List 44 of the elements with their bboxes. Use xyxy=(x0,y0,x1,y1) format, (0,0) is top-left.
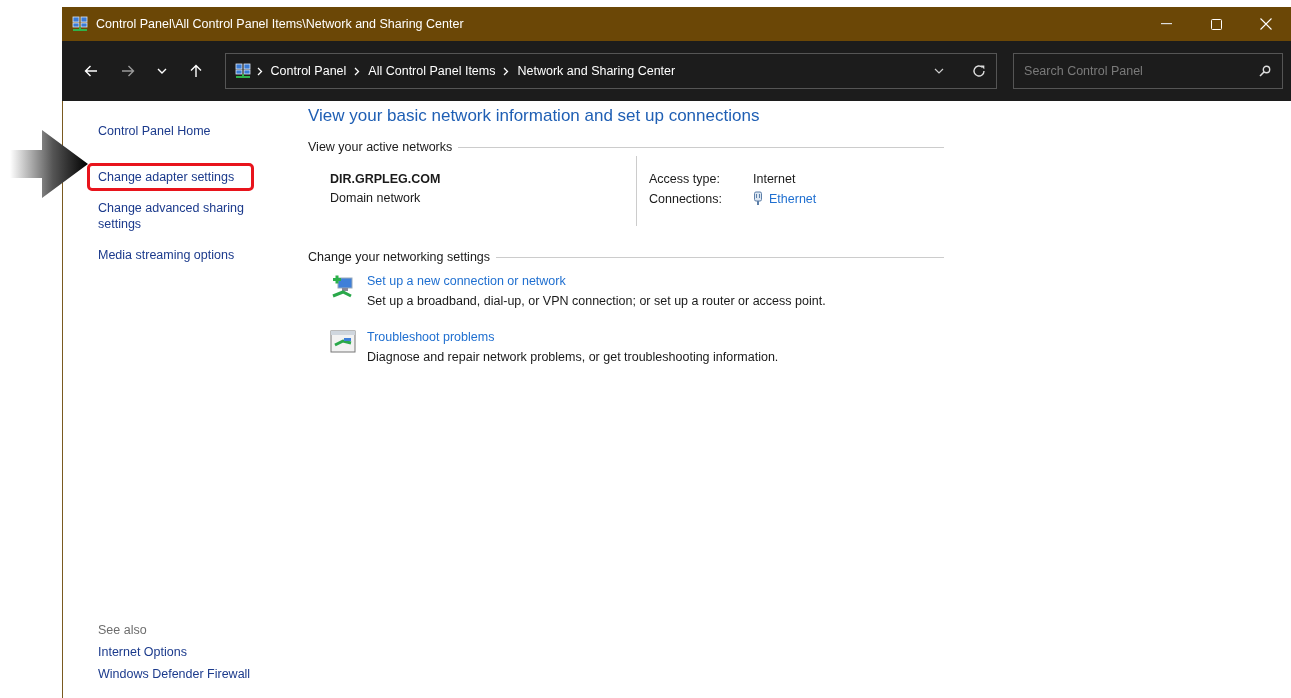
chevron-right-icon xyxy=(503,66,510,76)
close-icon xyxy=(1260,18,1272,30)
network-icon xyxy=(234,63,251,79)
troubleshoot-icon xyxy=(330,330,356,354)
connection-link[interactable]: Ethernet xyxy=(769,191,817,206)
task-link[interactable]: Troubleshoot problems xyxy=(367,330,944,344)
sidebar-link[interactable]: Media streaming options xyxy=(87,241,264,269)
section-heading: View your active networks xyxy=(308,140,453,154)
refresh-icon xyxy=(972,64,987,78)
see-also-heading: See also xyxy=(98,622,148,638)
connections-label: Connections: xyxy=(649,191,723,206)
forward-arrow-icon xyxy=(121,65,136,77)
sidebar-link[interactable]: Change advanced sharing settings xyxy=(87,194,264,238)
chevron-right-icon xyxy=(256,66,263,76)
up-arrow-icon xyxy=(189,64,202,78)
sidebar-link[interactable]: Change adapter settings xyxy=(87,163,254,191)
chevron-down-icon xyxy=(157,68,168,74)
section-heading: Change your networking settings xyxy=(308,250,491,264)
access-type-value: Internet xyxy=(753,172,797,186)
ethernet-plug-icon xyxy=(753,191,763,206)
breadcrumb[interactable]: Network and Sharing Center xyxy=(517,64,676,78)
network-setup-icon xyxy=(330,274,356,300)
breadcrumb[interactable]: All Control Panel Items xyxy=(368,64,496,78)
chevron-right-icon xyxy=(354,66,361,76)
see-also-link[interactable]: Internet Options xyxy=(98,644,308,660)
address-bar[interactable]: Control Panel All Control Panel Items Network and Sharing Center xyxy=(224,53,998,89)
task-link[interactable]: Set up a new connection or network xyxy=(367,274,944,288)
chevron-down-icon xyxy=(934,68,945,74)
back-arrow-icon xyxy=(83,65,98,77)
see-also-link[interactable]: Windows Defender Firewall xyxy=(98,666,308,682)
access-type-label: Access type: xyxy=(649,172,721,186)
sidebar-link[interactable]: Control Panel Home xyxy=(87,117,264,145)
minimize-icon xyxy=(1160,23,1172,25)
task-description: Diagnose and repair network problems, or get troubleshooting information. xyxy=(367,350,780,364)
search-field[interactable]: Search Control Panel xyxy=(1013,53,1283,89)
network-type: Domain network xyxy=(330,191,422,205)
breadcrumb[interactable]: Control Panel xyxy=(270,64,347,78)
task-description: Set up a broadband, dial-up, or VPN connection; or set up a router or access point. xyxy=(367,294,827,308)
search-icon xyxy=(1259,65,1271,77)
window-title: Control Panel\All Control Panel Items\Network and Sharing Center xyxy=(96,17,465,31)
maximize-icon xyxy=(1210,18,1222,30)
page-heading: View your basic network information and set up connections xyxy=(308,105,761,127)
network-icon xyxy=(72,16,88,32)
network-name: DIR.GRPLEG.COM xyxy=(330,172,442,186)
